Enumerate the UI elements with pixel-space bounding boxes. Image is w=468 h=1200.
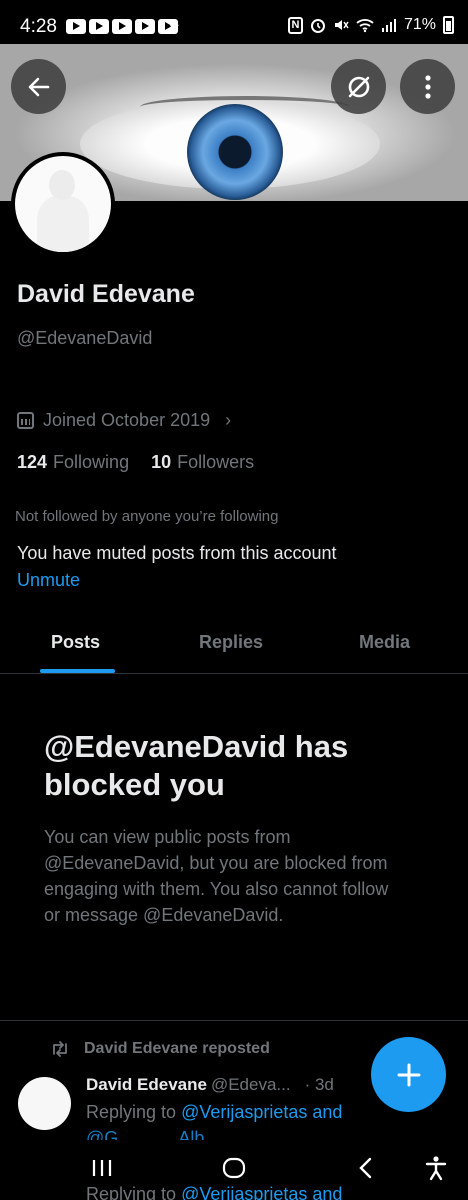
followers-count: 10: [151, 452, 172, 472]
signal-icon: [381, 19, 396, 32]
accessibility-icon: [425, 1156, 447, 1181]
tab-media[interactable]: Media: [359, 632, 410, 653]
notification-icons: [66, 19, 178, 34]
not-followed-note: Not followed by anyone you’re following: [15, 508, 279, 525]
post-author-handle: @Edeva...: [210, 1075, 291, 1094]
post-replying-to: Replying to @Verijasprietas and: [86, 1102, 342, 1123]
replying-to-link[interactable]: @Verijasprietas and: [181, 1102, 342, 1122]
replying-to-link-2[interactable]: @G______Alb______: [86, 1128, 264, 1140]
compose-post-button[interactable]: [371, 1037, 446, 1112]
post-author-avatar[interactable]: [18, 1077, 71, 1130]
repost-icon: [53, 1041, 67, 1057]
status-bar: 4:28 ⚘ N 71%: [0, 0, 468, 44]
more-vertical-icon: [424, 74, 431, 99]
peek-prefix: Replying to: [86, 1184, 177, 1200]
replying-prefix: Replying to: [86, 1102, 177, 1122]
grok-button[interactable]: [331, 59, 386, 114]
battery-icon: [443, 16, 454, 34]
peek-link: @Verijasprietas and: [181, 1184, 343, 1200]
profile-tabs: Posts Replies Media: [0, 620, 468, 674]
joined-date: Joined October 2019: [43, 410, 211, 430]
alarm-icon: [310, 19, 325, 33]
repost-label: David Edevane reposted: [84, 1040, 270, 1057]
nfc-icon: N: [287, 16, 303, 34]
grok-icon: [348, 76, 369, 97]
active-tab-indicator: [40, 669, 115, 673]
blocked-title: @EdevaneDavid has blocked you: [44, 729, 349, 802]
muted-notice: You have muted posts from this account: [17, 543, 337, 563]
chevron-left-icon: [359, 1157, 372, 1179]
system-nav-bar: Replying to @Verijasprietas and: [0, 1140, 468, 1200]
more-options-button[interactable]: [400, 59, 455, 114]
tab-replies[interactable]: Replies: [199, 632, 263, 653]
recent-apps-icon: [92, 1160, 112, 1176]
calendar-icon: [17, 412, 34, 429]
follow-stats: 124 Following 10 Followers: [17, 452, 254, 473]
plus-icon: [397, 1063, 420, 1086]
unmute-link[interactable]: Unmute: [17, 570, 80, 591]
arrow-left-icon: [28, 77, 49, 96]
system-icons: N 71%: [287, 16, 454, 34]
recent-apps-button[interactable]: [88, 1154, 116, 1182]
back-button[interactable]: [11, 59, 66, 114]
home-button[interactable]: [220, 1154, 248, 1182]
avatar-figure-body: [37, 196, 89, 252]
joined-date-row[interactable]: Joined October 2019 ›: [17, 410, 231, 431]
battery-percent: 71%: [403, 16, 436, 33]
scrolled-post-peek: Replying to @Verijasprietas and: [86, 1184, 342, 1200]
banner-eye-iris: [187, 104, 283, 200]
wifi-icon: [356, 19, 374, 33]
tab-posts[interactable]: Posts: [51, 632, 100, 653]
blocked-description: You can view public posts from @EdevaneD…: [44, 827, 389, 925]
avatar-figure-head: [49, 170, 75, 200]
repost-context[interactable]: David Edevane reposted: [50, 1040, 270, 1058]
youtube-icon: [112, 19, 132, 34]
youtube-icon: [89, 19, 109, 34]
youtube-icon: [135, 19, 155, 34]
status-time: 4:28: [20, 16, 57, 37]
followers-link[interactable]: 10 Followers: [151, 452, 254, 473]
mute-icon: [334, 20, 349, 30]
following-count: 124: [17, 452, 48, 472]
home-icon: [222, 1157, 246, 1179]
profile-avatar[interactable]: [11, 152, 115, 256]
following-label: Following: [53, 452, 130, 472]
divider: [0, 1020, 468, 1021]
back-nav-button[interactable]: [352, 1154, 380, 1182]
accessibility-button[interactable]: [422, 1154, 450, 1182]
followers-label: Followers: [177, 452, 255, 472]
youtube-icon: [66, 19, 86, 34]
avatar-image: [15, 156, 111, 252]
display-name: David Edevane: [17, 280, 195, 308]
post-time: · 3d: [304, 1075, 334, 1094]
user-handle: @EdevaneDavid: [17, 328, 153, 348]
chevron-right-icon: ›: [225, 410, 232, 430]
misc-notification-icon: ⚘: [168, 18, 181, 34]
following-link[interactable]: 124 Following: [17, 452, 129, 473]
post-header[interactable]: David Edevane @Edeva... · 3d: [86, 1075, 334, 1095]
post-author-name: David Edevane: [86, 1075, 207, 1094]
